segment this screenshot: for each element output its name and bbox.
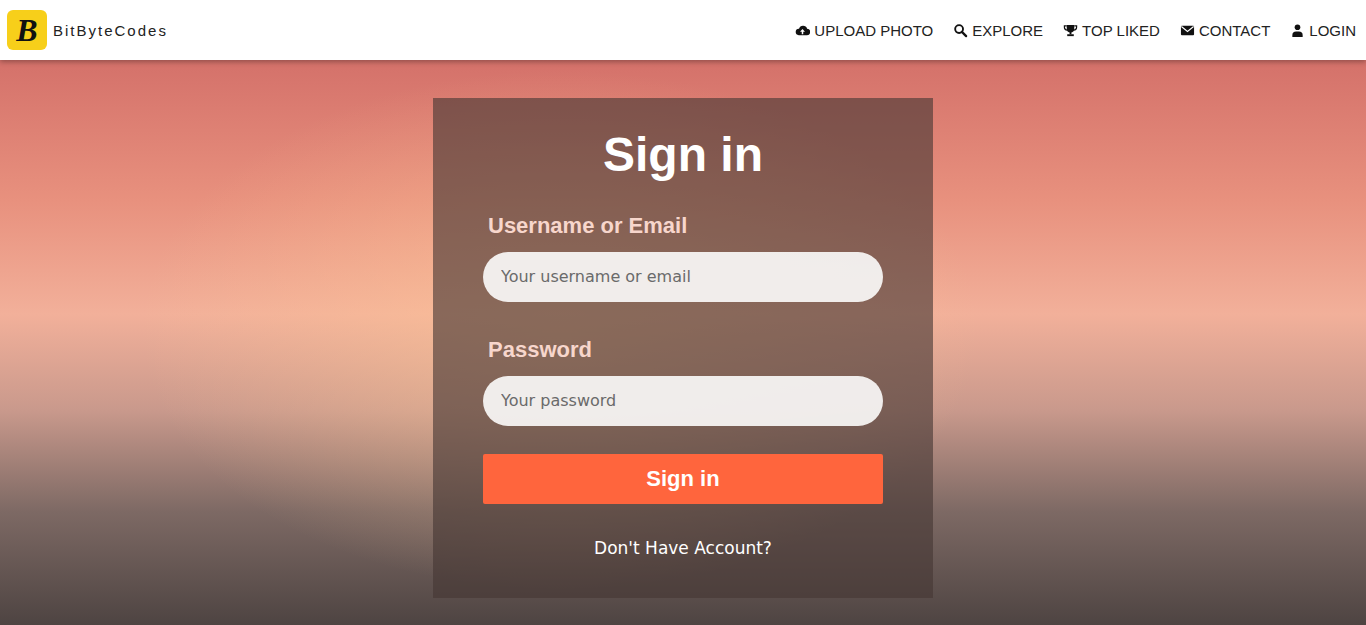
brand[interactable]: B BitByteCodes <box>7 10 168 50</box>
register-link[interactable]: Don't Have Account? <box>483 536 883 560</box>
nav-item[interactable]: UPLOAD PHOTO <box>795 22 933 39</box>
top-bar: B BitByteCodes UPLOAD PHOTO EXPLORE TOP … <box>0 0 1366 60</box>
brand-name[interactable]: BitByteCodes <box>53 22 168 39</box>
logo-icon[interactable]: B <box>7 10 47 50</box>
signin-title: Sign in <box>483 126 883 184</box>
nav-menu: UPLOAD PHOTO EXPLORE TOP LIKED CONTACT L… <box>795 22 1356 39</box>
signin-button[interactable]: Sign in <box>483 454 883 504</box>
nav-item[interactable]: CONTACT <box>1180 22 1270 39</box>
envelope-icon <box>1180 23 1195 38</box>
search-icon <box>953 23 968 38</box>
user-icon <box>1290 23 1305 38</box>
hero-background: Sign in Username or Email Password Sign … <box>0 60 1366 625</box>
nav-item[interactable]: EXPLORE <box>953 22 1043 39</box>
text-input[interactable] <box>483 252 883 302</box>
trophy-icon <box>1063 23 1078 38</box>
signin-card: Sign in Username or Email Password Sign … <box>433 98 933 598</box>
nav-item[interactable]: TOP LIKED <box>1063 22 1160 39</box>
cloud-upload-icon <box>795 23 810 38</box>
text-input[interactable] <box>483 376 883 426</box>
nav-item[interactable]: LOGIN <box>1290 22 1356 39</box>
field-label: Password <box>488 336 883 364</box>
page: B BitByteCodes UPLOAD PHOTO EXPLORE TOP … <box>0 0 1366 625</box>
field-label: Username or Email <box>488 212 883 240</box>
